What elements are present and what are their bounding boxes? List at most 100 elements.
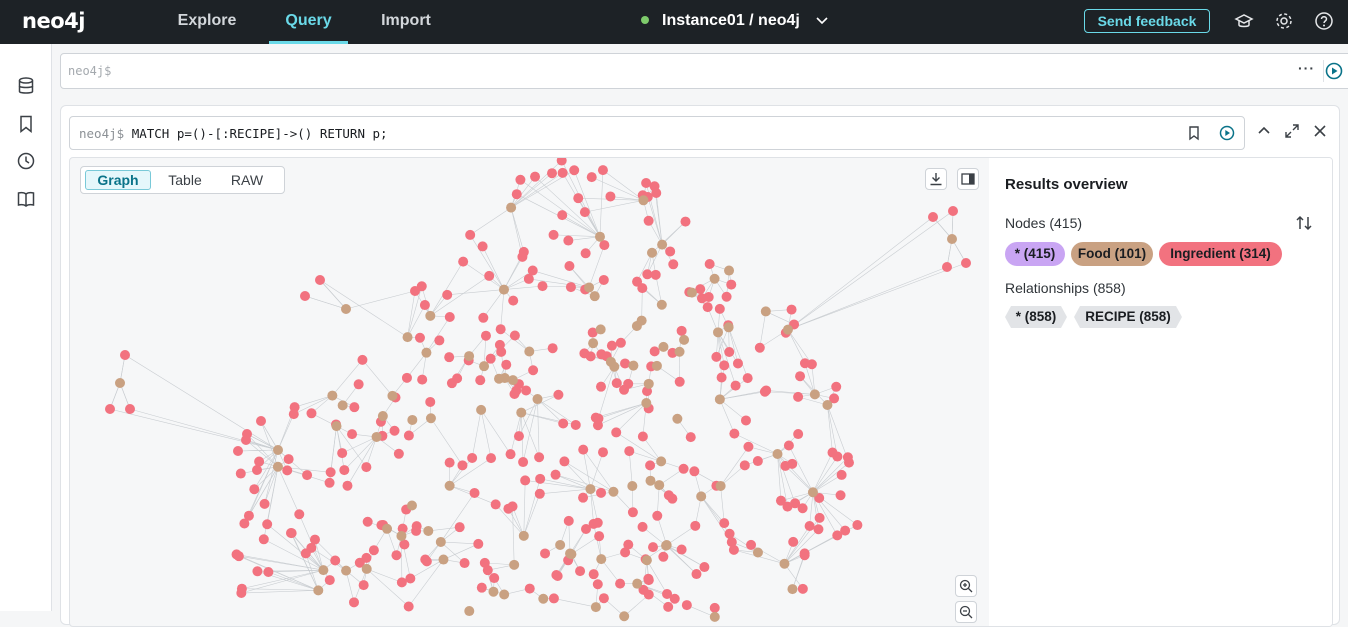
ingredient-node[interactable] — [689, 466, 699, 476]
food-node[interactable] — [387, 391, 397, 401]
ingredient-node[interactable] — [753, 456, 763, 466]
ingredient-node[interactable] — [445, 458, 455, 468]
food-node[interactable] — [509, 560, 519, 570]
ingredient-node[interactable] — [638, 522, 648, 532]
ingredient-node[interactable] — [731, 381, 741, 391]
ingredient-node[interactable] — [489, 573, 499, 583]
ingredient-node[interactable] — [668, 259, 678, 269]
ingredient-node[interactable] — [534, 452, 544, 462]
food-node[interactable] — [555, 540, 565, 550]
ingredient-node[interactable] — [746, 540, 756, 550]
ingredient-node[interactable] — [586, 351, 596, 361]
cypher-editor[interactable]: neo4j$ ··· — [60, 53, 1348, 89]
food-node[interactable] — [753, 547, 763, 557]
ingredient-node[interactable] — [236, 469, 246, 479]
food-node[interactable] — [372, 432, 382, 442]
ingredient-node[interactable] — [578, 445, 588, 455]
food-node[interactable] — [538, 594, 548, 604]
ingredient-node[interactable] — [670, 594, 680, 604]
send-feedback-button[interactable]: Send feedback — [1084, 9, 1210, 33]
ingredient-node[interactable] — [679, 464, 689, 474]
ingredient-node[interactable] — [722, 292, 732, 302]
ingredient-node[interactable] — [354, 379, 364, 389]
ingredient-node[interactable] — [394, 449, 404, 459]
food-node[interactable] — [445, 481, 455, 491]
food-node[interactable] — [423, 526, 433, 536]
ingredient-node[interactable] — [310, 535, 320, 545]
food-node[interactable] — [609, 362, 619, 372]
nav-tab-explore[interactable]: Explore — [160, 0, 254, 44]
ingredient-node[interactable] — [566, 282, 576, 292]
ingredient-node[interactable] — [667, 494, 677, 504]
food-node[interactable] — [516, 408, 526, 418]
ingredient-node[interactable] — [599, 593, 609, 603]
toggle-panel-button[interactable] — [957, 168, 979, 190]
food-node[interactable] — [499, 590, 509, 600]
food-node[interactable] — [584, 282, 594, 292]
ingredient-node[interactable] — [495, 340, 505, 350]
ingredient-node[interactable] — [512, 189, 522, 199]
ingredient-node[interactable] — [405, 573, 415, 583]
ingredient-node[interactable] — [827, 448, 837, 458]
ingredient-node[interactable] — [503, 504, 513, 514]
ingredient-node[interactable] — [445, 312, 455, 322]
food-node[interactable] — [641, 398, 651, 408]
ingredient-node[interactable] — [677, 326, 687, 336]
ingredient-node[interactable] — [726, 280, 736, 290]
tab-graph[interactable]: Graph — [85, 170, 151, 190]
ingredient-node[interactable] — [638, 431, 648, 441]
ingredient-node[interactable] — [284, 454, 294, 464]
food-node[interactable] — [773, 449, 783, 459]
ingredient-node[interactable] — [548, 343, 558, 353]
ingredient-node[interactable] — [658, 552, 668, 562]
ingredient-node[interactable] — [703, 302, 713, 312]
ingredient-node[interactable] — [236, 588, 246, 598]
ingredient-node[interactable] — [361, 553, 371, 563]
ingredient-node[interactable] — [442, 290, 452, 300]
ingredient-node[interactable] — [359, 580, 369, 590]
nav-tab-import[interactable]: Import — [362, 0, 450, 44]
ingredient-node[interactable] — [515, 175, 525, 185]
ingredient-node[interactable] — [337, 448, 347, 458]
food-node[interactable] — [787, 584, 797, 594]
ingredient-node[interactable] — [596, 488, 606, 498]
ingredient-node[interactable] — [815, 513, 825, 523]
ingredient-node[interactable] — [478, 313, 488, 323]
food-node[interactable] — [524, 346, 534, 356]
food-node[interactable] — [652, 361, 662, 371]
food-node[interactable] — [779, 559, 789, 569]
ingredient-node[interactable] — [339, 465, 349, 475]
ingredient-node[interactable] — [263, 567, 273, 577]
ingredient-node[interactable] — [563, 236, 573, 246]
food-node[interactable] — [407, 501, 417, 511]
ingredient-node[interactable] — [787, 459, 797, 469]
ingredient-node[interactable] — [509, 389, 519, 399]
ingredient-node[interactable] — [404, 431, 414, 441]
ingredient-node[interactable] — [486, 354, 496, 364]
ingredient-node[interactable] — [244, 511, 254, 521]
food-node[interactable] — [382, 524, 392, 534]
chevron-down-icon[interactable] — [814, 12, 830, 28]
food-node[interactable] — [341, 304, 351, 314]
ingredient-node[interactable] — [717, 373, 727, 383]
ingredient-node[interactable] — [644, 575, 654, 585]
help-icon[interactable] — [1314, 11, 1334, 31]
ingredient-node[interactable] — [760, 387, 770, 397]
food-node[interactable] — [327, 391, 337, 401]
food-node[interactable] — [508, 375, 518, 385]
ingredient-node[interactable] — [549, 593, 559, 603]
close-icon[interactable] — [1312, 123, 1328, 139]
food-node[interactable] — [654, 480, 664, 490]
ingredient-node[interactable] — [557, 210, 567, 220]
food-node[interactable] — [808, 487, 818, 497]
ingredient-node[interactable] — [645, 460, 655, 470]
ingredient-node[interactable] — [535, 474, 545, 484]
ingredient-node[interactable] — [249, 484, 259, 494]
food-node[interactable] — [638, 195, 648, 205]
ingredient-node[interactable] — [798, 584, 808, 594]
ingredient-node[interactable] — [650, 346, 660, 356]
ingredient-node[interactable] — [832, 530, 842, 540]
food-node[interactable] — [488, 587, 498, 597]
food-node[interactable] — [710, 274, 720, 284]
ingredient-node[interactable] — [942, 262, 952, 272]
